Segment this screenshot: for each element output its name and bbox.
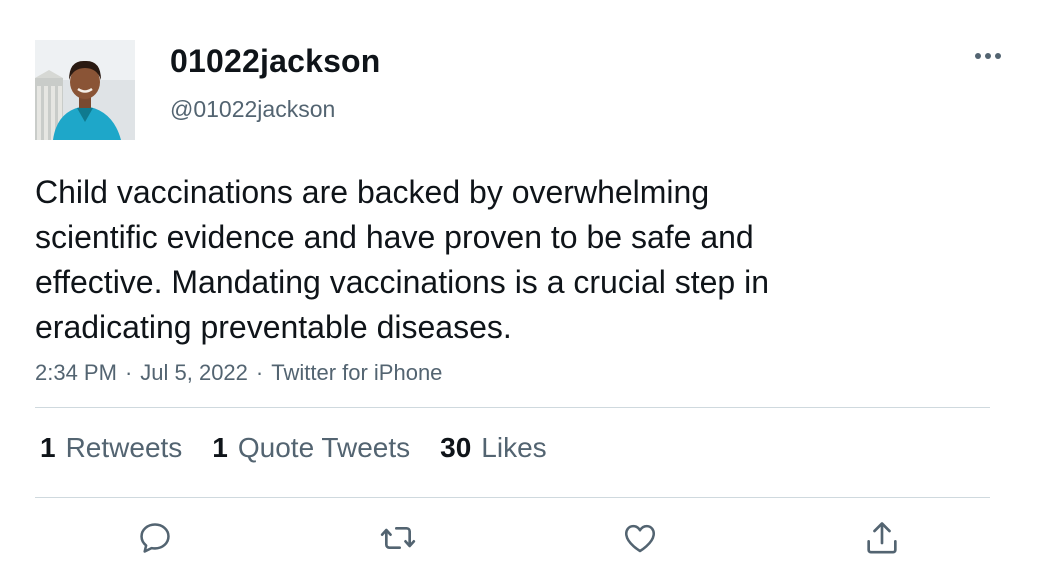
likes-label: Likes bbox=[481, 432, 547, 463]
reply-icon bbox=[140, 523, 170, 553]
retweet-button[interactable] bbox=[378, 518, 418, 558]
retweets-count: 1 bbox=[40, 432, 56, 463]
user-handle[interactable]: @01022jackson bbox=[170, 96, 335, 123]
divider bbox=[35, 407, 990, 408]
quote-tweets-count: 1 bbox=[212, 432, 228, 463]
likes-count: 30 bbox=[440, 432, 472, 463]
share-icon bbox=[867, 522, 897, 554]
reply-button[interactable] bbox=[135, 518, 175, 558]
tweet-text: Child vaccinations are backed by overwhe… bbox=[35, 174, 770, 345]
tweet-source[interactable]: Twitter for iPhone bbox=[271, 360, 442, 386]
retweets-label: Retweets bbox=[65, 432, 183, 463]
like-button[interactable] bbox=[620, 518, 660, 558]
tweet: 01022jackson @01022jackson Child vaccina… bbox=[0, 0, 1050, 570]
retweets-stat[interactable]: 1 Retweets bbox=[40, 432, 182, 464]
display-name[interactable]: 01022jackson bbox=[170, 43, 381, 80]
separator: · bbox=[255, 360, 264, 385]
divider bbox=[35, 497, 990, 498]
tweet-time[interactable]: 2:34 PM bbox=[35, 360, 117, 386]
quote-tweets-label: Quote Tweets bbox=[237, 432, 411, 463]
more-icon bbox=[975, 53, 1001, 59]
tweet-date[interactable]: Jul 5, 2022 bbox=[140, 360, 248, 386]
engagement-stats: 1 Retweets 1 Quote Tweets 30 Likes bbox=[40, 432, 577, 464]
more-options-button[interactable] bbox=[970, 44, 1006, 68]
likes-stat[interactable]: 30 Likes bbox=[440, 432, 547, 464]
avatar[interactable] bbox=[35, 40, 135, 140]
tweet-metadata: 2:34 PM · Jul 5, 2022 · Twitter for iPho… bbox=[35, 360, 442, 386]
heart-icon bbox=[625, 524, 655, 553]
avatar-image bbox=[35, 40, 135, 140]
share-button[interactable] bbox=[862, 518, 902, 558]
quote-tweets-stat[interactable]: 1 Quote Tweets bbox=[212, 432, 410, 464]
separator: · bbox=[124, 360, 133, 385]
retweet-icon bbox=[380, 527, 416, 549]
